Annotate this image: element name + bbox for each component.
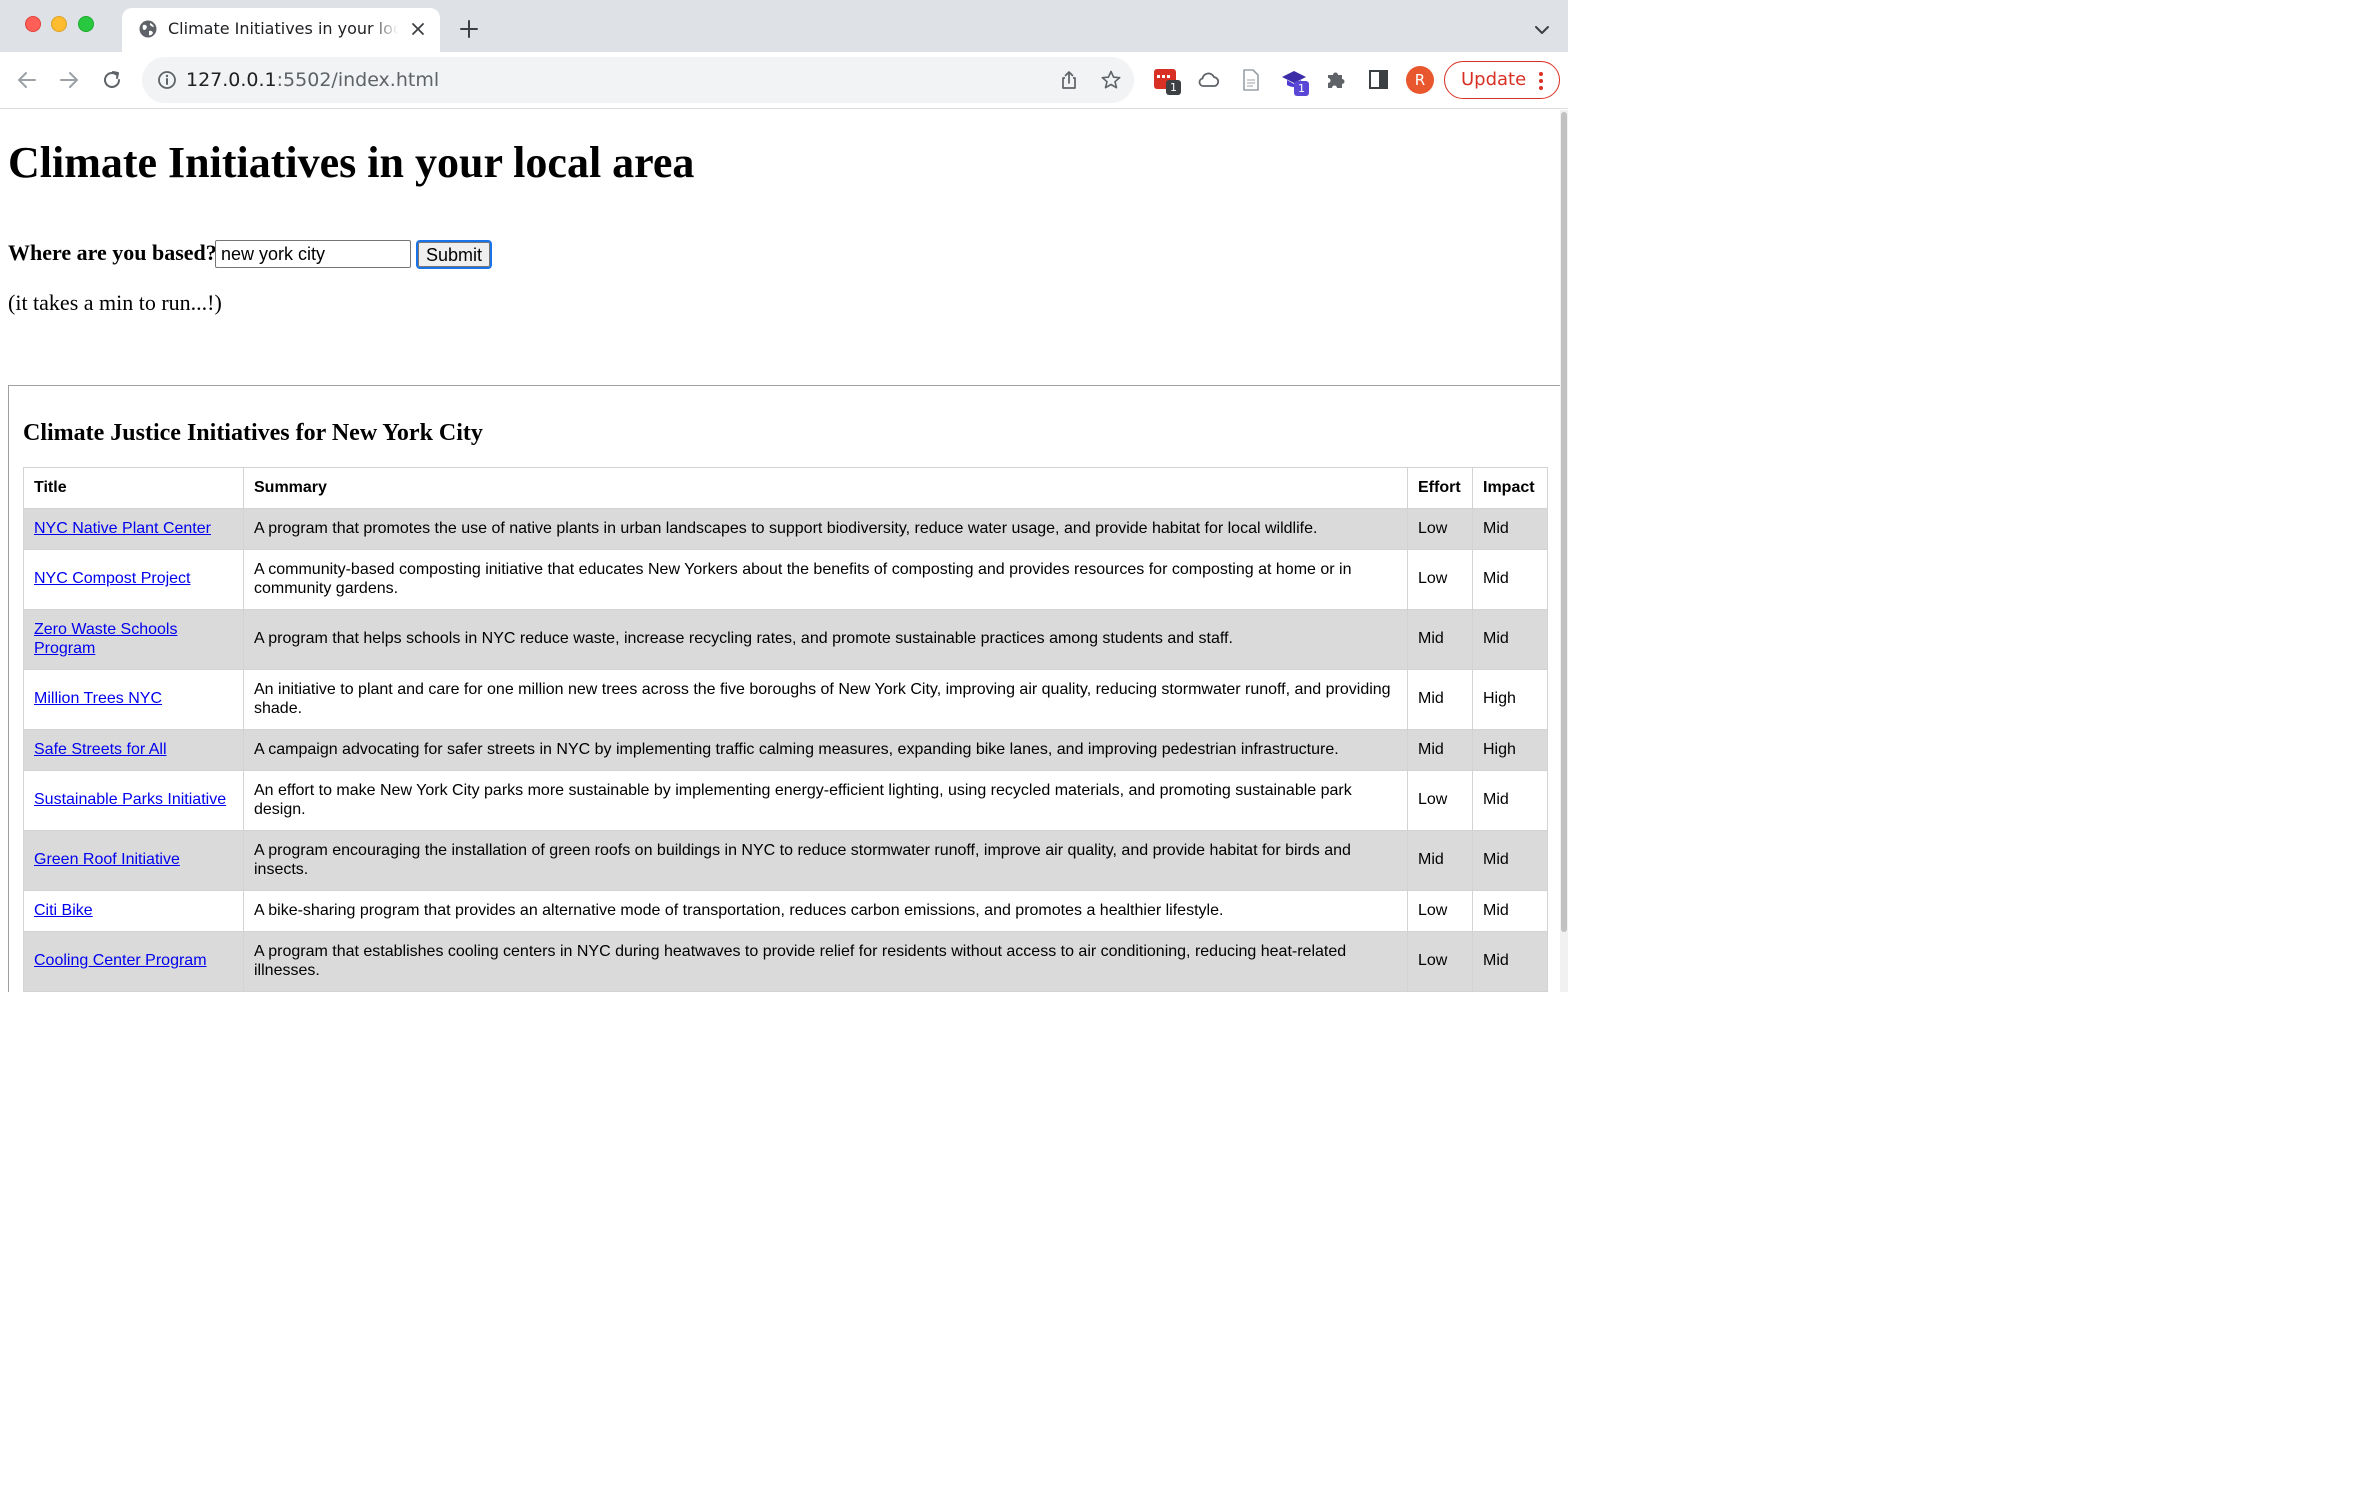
browser-toolbar: 127.0.0.1:5502/index.html 1 1 R Update	[0, 52, 1568, 109]
column-header-effort: Effort	[1407, 467, 1473, 509]
initiative-summary: An initiative to plant and care for one …	[243, 669, 1408, 730]
initiative-link[interactable]: Green Roof Initiative	[23, 830, 244, 891]
share-icon[interactable]	[1058, 69, 1080, 91]
initiative-link[interactable]: Safe Streets for All	[23, 729, 244, 771]
initiative-summary: A community-based composting initiative …	[243, 549, 1408, 610]
initiative-impact: Mid	[1472, 770, 1548, 831]
table-row: Cooling Center Program A program that es…	[23, 931, 1548, 992]
puzzle-piece-icon[interactable]	[1323, 67, 1349, 93]
initiative-impact: Mid	[1472, 931, 1548, 992]
loading-hint: (it takes a min to run...!)	[8, 290, 222, 315]
calendar-extension-icon[interactable]: 1	[1153, 67, 1181, 95]
initiative-impact: High	[1472, 729, 1548, 771]
initiative-effort: Low	[1407, 931, 1473, 992]
profile-avatar[interactable]: R	[1406, 66, 1434, 94]
table-row: NYC Compost Project A community-based co…	[23, 549, 1548, 610]
kebab-menu-icon[interactable]	[1537, 70, 1545, 92]
document-icon[interactable]	[1238, 67, 1264, 93]
initiative-summary: A program that helps schools in NYC redu…	[243, 609, 1408, 670]
initiative-link[interactable]: NYC Compost Project	[23, 549, 244, 610]
initiative-impact: Mid	[1472, 609, 1548, 670]
initiative-impact: Mid	[1472, 830, 1548, 891]
cloud-icon[interactable]	[1196, 67, 1222, 93]
info-icon[interactable]	[156, 69, 178, 91]
initiative-impact: High	[1472, 669, 1548, 730]
tab-strip: Climate Initiatives in your local area	[0, 0, 1568, 52]
initiatives-table: Title Summary Effort Impact NYC Native P…	[23, 467, 1548, 992]
side-panel-icon[interactable]	[1366, 67, 1392, 93]
table-row: NYC Native Plant Center A program that p…	[23, 508, 1548, 550]
graduation-cap-extension-icon[interactable]: 1	[1281, 67, 1309, 96]
results-panel: Climate Justice Initiatives for New York…	[8, 385, 1560, 992]
update-button[interactable]: Update	[1444, 61, 1560, 99]
initiative-effort: Low	[1407, 770, 1473, 831]
column-header-title: Title	[23, 467, 244, 509]
update-button-label: Update	[1461, 69, 1527, 90]
initiative-link[interactable]: Zero Waste Schools Program	[23, 609, 244, 670]
table-row: Green Roof Initiative A program encourag…	[23, 830, 1548, 891]
results-title: Climate Justice Initiatives for New York…	[23, 420, 483, 446]
tab-active[interactable]: Climate Initiatives in your local area	[122, 8, 440, 52]
forward-arrow-icon[interactable]	[57, 68, 81, 92]
initiative-effort: Low	[1407, 549, 1473, 610]
table-row: Zero Waste Schools Program A program tha…	[23, 609, 1548, 670]
initiative-summary: A program that promotes the use of nativ…	[243, 508, 1408, 550]
submit-button[interactable]: Submit	[416, 240, 492, 269]
extension-badge: 1	[1166, 80, 1181, 95]
table-row: Safe Streets for All A campaign advocati…	[23, 729, 1548, 771]
initiative-effort: Mid	[1407, 830, 1473, 891]
initiative-link[interactable]: Cooling Center Program	[23, 931, 244, 992]
url-text[interactable]: 127.0.0.1:5502/index.html	[186, 68, 439, 92]
initiative-summary: An effort to make New York City parks mo…	[243, 770, 1408, 831]
chevron-down-icon[interactable]	[1532, 20, 1552, 40]
table-row: Citi Bike A bike-sharing program that pr…	[23, 890, 1548, 932]
table-header-row: Title Summary Effort Impact	[23, 467, 1548, 509]
initiative-summary: A bike-sharing program that provides an …	[243, 890, 1408, 932]
location-input[interactable]	[215, 240, 411, 268]
initiative-effort: Low	[1407, 890, 1473, 932]
initiative-effort: Low	[1407, 508, 1473, 550]
page-viewport: Climate Initiatives in your local area W…	[0, 110, 1560, 992]
globe-icon	[139, 20, 157, 38]
initiative-impact: Mid	[1472, 890, 1548, 932]
initiative-summary: A program encouraging the installation o…	[243, 830, 1408, 891]
initiative-impact: Mid	[1472, 508, 1548, 550]
extension-badge: 1	[1294, 81, 1309, 96]
initiative-link[interactable]: NYC Native Plant Center	[23, 508, 244, 550]
page-scrollbar[interactable]	[1560, 110, 1568, 992]
close-icon[interactable]	[408, 19, 428, 39]
table-row: Million Trees NYC An initiative to plant…	[23, 669, 1548, 730]
initiative-effort: Mid	[1407, 729, 1473, 771]
initiative-impact: Mid	[1472, 549, 1548, 610]
plus-icon[interactable]	[458, 18, 480, 40]
url-host: 127.0.0.1	[186, 69, 277, 91]
initiative-link[interactable]: Sustainable Parks Initiative	[23, 770, 244, 831]
location-label: Where are you based?	[8, 240, 217, 265]
scrollbar-thumb[interactable]	[1561, 112, 1567, 932]
initiative-effort: Mid	[1407, 669, 1473, 730]
table-row: Sustainable Parks Initiative An effort t…	[23, 770, 1548, 831]
close-window-button[interactable]	[25, 16, 41, 32]
page-title: Climate Initiatives in your local area	[8, 138, 695, 187]
address-bar[interactable]: 127.0.0.1:5502/index.html	[142, 57, 1134, 103]
tab-title: Climate Initiatives in your local area	[168, 18, 398, 42]
url-path: :5502/index.html	[276, 69, 440, 91]
initiative-link[interactable]: Million Trees NYC	[23, 669, 244, 730]
initiative-link[interactable]: Citi Bike	[23, 890, 244, 932]
back-arrow-icon[interactable]	[15, 68, 39, 92]
reload-icon[interactable]	[100, 68, 124, 92]
minimize-window-button[interactable]	[51, 16, 67, 32]
column-header-impact: Impact	[1472, 467, 1548, 509]
initiative-summary: A program that establishes cooling cente…	[243, 931, 1408, 992]
maximize-window-button[interactable]	[78, 16, 94, 32]
initiative-effort: Mid	[1407, 609, 1473, 670]
initiative-summary: A campaign advocating for safer streets …	[243, 729, 1408, 771]
star-icon[interactable]	[1100, 69, 1122, 91]
column-header-summary: Summary	[243, 467, 1408, 509]
